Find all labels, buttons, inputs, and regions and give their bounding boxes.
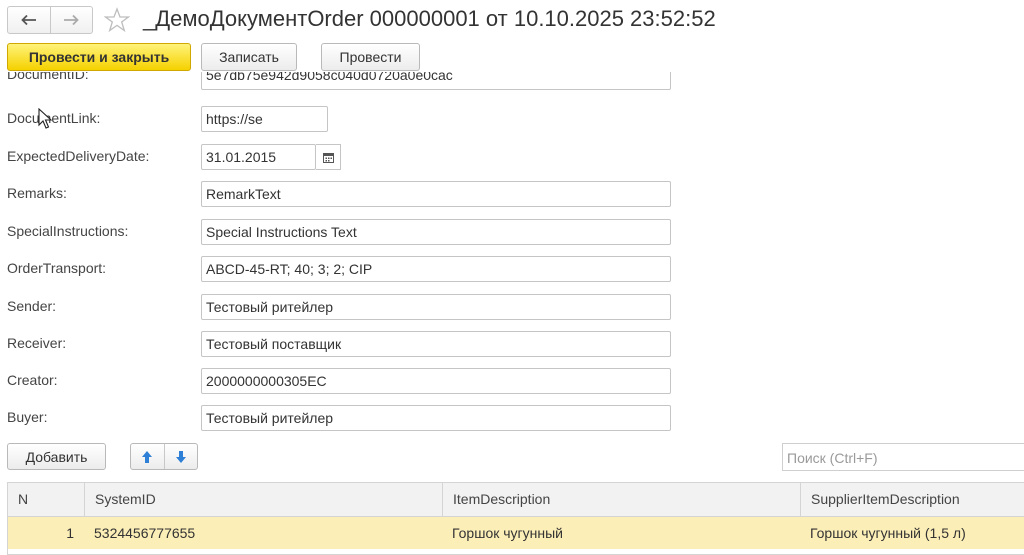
move-up-icon: [142, 450, 153, 463]
specialinstructions-label: SpecialInstructions:: [7, 223, 129, 239]
move-down-icon: [175, 450, 186, 463]
save-button[interactable]: Записать: [201, 43, 297, 71]
cell-itemdescription: Горшок чугунный: [452, 525, 563, 541]
document-form: DocumentID: 5e7db75e942d9058c040d0720a0e…: [0, 72, 1024, 437]
field-row-ordertransport: OrderTransport: ABCD-45-RT; 40; 3; 2; CI…: [0, 256, 1024, 282]
items-table: N SystemID ItemDescription SupplierItemD…: [7, 482, 1024, 555]
specialinstructions-input[interactable]: Special Instructions Text: [201, 219, 671, 245]
table-row[interactable]: 1 5324456777655 Горшок чугунный Горшок ч…: [8, 517, 1024, 549]
receiver-label: Receiver:: [7, 335, 67, 351]
cell-n: 1: [66, 525, 74, 541]
back-arrow-icon: [20, 14, 36, 26]
ordertransport-label: OrderTransport:: [7, 260, 107, 276]
back-button[interactable]: [8, 7, 50, 33]
sender-label: Sender:: [7, 298, 57, 314]
window-title: _ДемоДокументOrder 000000001 от 10.10.20…: [143, 6, 716, 31]
column-header-itemdescription[interactable]: ItemDescription: [442, 483, 800, 516]
favorite-star-icon[interactable]: [104, 7, 130, 33]
column-header-supplieritemdescription[interactable]: SupplierItemDescription: [800, 483, 1024, 516]
documentid-label: DocumentID:: [7, 72, 89, 82]
mouse-cursor-icon: [38, 108, 52, 129]
move-buttons: [130, 443, 198, 470]
move-down-button[interactable]: [163, 444, 198, 469]
column-header-n[interactable]: N: [8, 483, 84, 516]
receiver-input[interactable]: Тестовый поставщик: [201, 331, 671, 357]
creator-input[interactable]: 2000000000305EC: [201, 368, 671, 394]
creator-label: Creator:: [7, 372, 58, 388]
forward-arrow-icon: [64, 14, 80, 26]
calendar-button[interactable]: [316, 144, 341, 170]
sender-input[interactable]: Тестовый ритейлер: [201, 294, 671, 320]
documentlink-label: DocumentLink:: [7, 110, 101, 126]
field-row-receiver: Receiver: Тестовый поставщик: [0, 331, 1024, 357]
documentid-input[interactable]: 5e7db75e942d9058c040d0720a0e0cac: [201, 72, 671, 90]
move-up-button[interactable]: [131, 444, 164, 469]
field-row-sender: Sender: Тестовый ритейлер: [0, 294, 1024, 320]
field-row-documentlink: DocumentLink: https://se: [0, 106, 1024, 132]
documentlink-input[interactable]: https://se: [201, 106, 328, 132]
field-row-remarks: Remarks: RemarkText: [0, 181, 1024, 207]
field-row-expecteddeliverydate: ExpectedDeliveryDate: 31.01.2015: [0, 144, 1024, 170]
field-row-specialinstructions: SpecialInstructions: Special Instruction…: [0, 219, 1024, 245]
remarks-input[interactable]: RemarkText: [201, 181, 671, 207]
expecteddeliverydate-label: ExpectedDeliveryDate:: [7, 148, 150, 164]
cell-supplieritemdescription: Горшок чугунный (1,5 л): [810, 525, 966, 541]
field-row-buyer: Buyer: Тестовый ритейлер: [0, 405, 1024, 431]
add-row-button[interactable]: Добавить: [7, 443, 106, 470]
column-header-systemid[interactable]: SystemID: [84, 483, 442, 516]
post-button[interactable]: Провести: [321, 43, 420, 71]
field-row-creator: Creator: 2000000000305EC: [0, 368, 1024, 394]
expecteddeliverydate-input[interactable]: 31.01.2015: [201, 144, 316, 170]
buyer-label: Buyer:: [7, 409, 48, 425]
navigation-buttons: [7, 6, 93, 34]
calendar-icon: [322, 152, 334, 163]
table-header: N SystemID ItemDescription SupplierItemD…: [8, 483, 1024, 517]
ordertransport-input[interactable]: ABCD-45-RT; 40; 3; 2; CIP: [201, 256, 671, 282]
field-row-documentid: DocumentID: 5e7db75e942d9058c040d0720a0e…: [0, 72, 1024, 90]
forward-button[interactable]: [49, 7, 93, 33]
cell-systemid: 5324456777655: [94, 525, 196, 541]
remarks-label: Remarks:: [7, 185, 67, 201]
search-input[interactable]: Поиск (Ctrl+F): [782, 443, 1024, 471]
buyer-input[interactable]: Тестовый ритейлер: [201, 405, 671, 431]
post-and-close-button[interactable]: Провести и закрыть: [7, 43, 191, 71]
